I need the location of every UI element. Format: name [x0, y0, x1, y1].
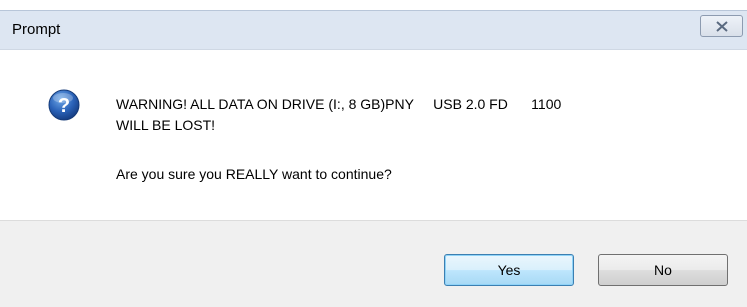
- window-title: Prompt: [12, 21, 61, 38]
- close-button[interactable]: [700, 15, 743, 37]
- prompt-dialog: Prompt ? WARNING! ALL DATA ON DRIVE (I:,…: [0, 0, 747, 307]
- no-button[interactable]: No: [598, 254, 728, 286]
- yes-button[interactable]: Yes: [444, 254, 574, 286]
- message-area: ? WARNING! ALL DATA ON DRIVE (I:, 8 GB)P…: [0, 50, 747, 220]
- svg-text:?: ?: [58, 95, 70, 117]
- button-bar: Yes No: [0, 220, 747, 307]
- question-icon: ?: [48, 89, 80, 121]
- confirm-question: Are you sure you REALLY want to continue…: [116, 166, 392, 182]
- close-icon: [716, 21, 728, 32]
- title-bar[interactable]: Prompt: [0, 10, 747, 50]
- warning-line-1: WARNING! ALL DATA ON DRIVE (I:, 8 GB)PNY…: [116, 96, 562, 112]
- warning-line-2: WILL BE LOST!: [116, 117, 216, 133]
